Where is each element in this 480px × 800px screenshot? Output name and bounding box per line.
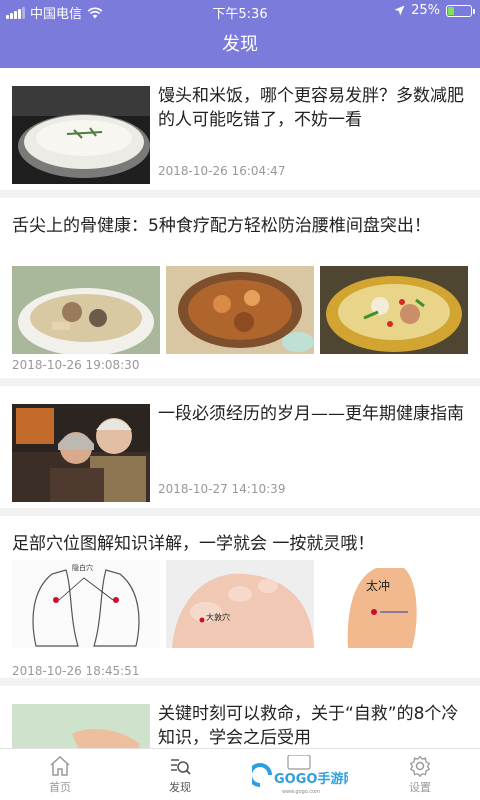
tab-watermark: GOGO手游网 www.gogo.com [240, 749, 360, 800]
acupoint-label-b: 大敦穴 [206, 612, 230, 622]
location-arrow-icon [394, 5, 405, 16]
tab-discover[interactable]: 发现 [120, 749, 240, 800]
article-time: 2018-10-26 16:04:47 [158, 164, 286, 178]
article-card[interactable]: 舌尖上的骨健康：5种食疗配方轻松防治腰椎间盘突出！ 2018-10-26 19:… [0, 198, 480, 386]
watermark-text: GOGO手游网 [274, 771, 348, 787]
article-title[interactable]: 关键时刻可以救命，关于“自救”的8个冷知识，学会之后受用 [158, 702, 466, 748]
tab-settings-label: 设置 [409, 781, 431, 794]
article-card[interactable]: 一段必须经历的岁月——更年期健康指南 2018-10-27 14:10:39 [0, 386, 480, 516]
foot-top-image: 太冲 [320, 560, 468, 648]
article-title[interactable]: 舌尖上的骨健康：5种食疗配方轻松防治腰椎间盘突出！ [12, 214, 468, 238]
tab-settings[interactable]: 设置 [360, 749, 480, 800]
battery-icon [446, 4, 475, 17]
stew-pot-image [166, 266, 314, 354]
bone-soup-image [320, 266, 468, 354]
tab-home[interactable]: 首页 [0, 749, 120, 800]
watermark-logo: GOGO手游网 www.gogo.com [252, 755, 348, 795]
watermark-sub: www.gogo.com [282, 789, 320, 795]
foot-diagram-image: 隐白穴 [12, 560, 160, 648]
hands-first-aid-image [12, 704, 150, 748]
article-time: 2018-10-27 14:10:39 [158, 482, 286, 496]
acupoint-label-c: 太冲 [366, 578, 390, 593]
rice-bowl-image [12, 86, 150, 184]
article-images: 隐白穴 大敦穴 太冲 [12, 560, 468, 648]
article-images [12, 266, 468, 354]
article-time: 2018-10-26 18:45:51 [12, 664, 140, 678]
article-title[interactable]: 足部穴位图解知识详解，一学就会 一按就灵哦！ [12, 532, 468, 556]
status-right: 25% [394, 3, 475, 18]
status-bar: 中国电信 下午5:36 25% [0, 0, 480, 22]
soup-bowl-image [12, 266, 160, 354]
settings-icon [409, 755, 431, 777]
discover-icon [171, 759, 191, 775]
tab-bar: 首页 发现 GOGO手游网 www.gogo.com 设置 [0, 748, 480, 800]
article-title[interactable]: 馒头和米饭，哪个更容易发胖？多数减肥的人可能吃错了，不妨一看 [158, 84, 466, 132]
article-card[interactable]: 馒头和米饭，哪个更容易发胖？多数减肥的人可能吃错了，不妨一看 2018-10-2… [0, 68, 480, 198]
article-card[interactable]: 关键时刻可以救命，关于“自救”的8个冷知识，学会之后受用 [0, 686, 480, 748]
elderly-couple-image [12, 404, 150, 502]
tab-home-label: 首页 [49, 781, 71, 794]
article-feed[interactable]: 馒头和米饭，哪个更容易发胖？多数减肥的人可能吃错了，不妨一看 2018-10-2… [0, 68, 480, 748]
toes-photo-image: 大敦穴 [166, 560, 314, 648]
battery-level [448, 6, 454, 15]
nav-bar: 发现 [0, 22, 480, 68]
battery-percent: 25% [411, 3, 440, 18]
tab-discover-label: 发现 [169, 781, 191, 794]
home-icon [50, 755, 70, 776]
acupoint-label-a: 隐白穴 [72, 563, 93, 572]
article-time: 2018-10-26 19:08:30 [12, 358, 140, 372]
article-title[interactable]: 一段必须经历的岁月——更年期健康指南 [158, 402, 466, 426]
article-card[interactable]: 足部穴位图解知识详解，一学就会 一按就灵哦！ 隐白穴 大敦穴 太冲 2018-1… [0, 516, 480, 686]
page-title: 发现 [222, 34, 258, 55]
